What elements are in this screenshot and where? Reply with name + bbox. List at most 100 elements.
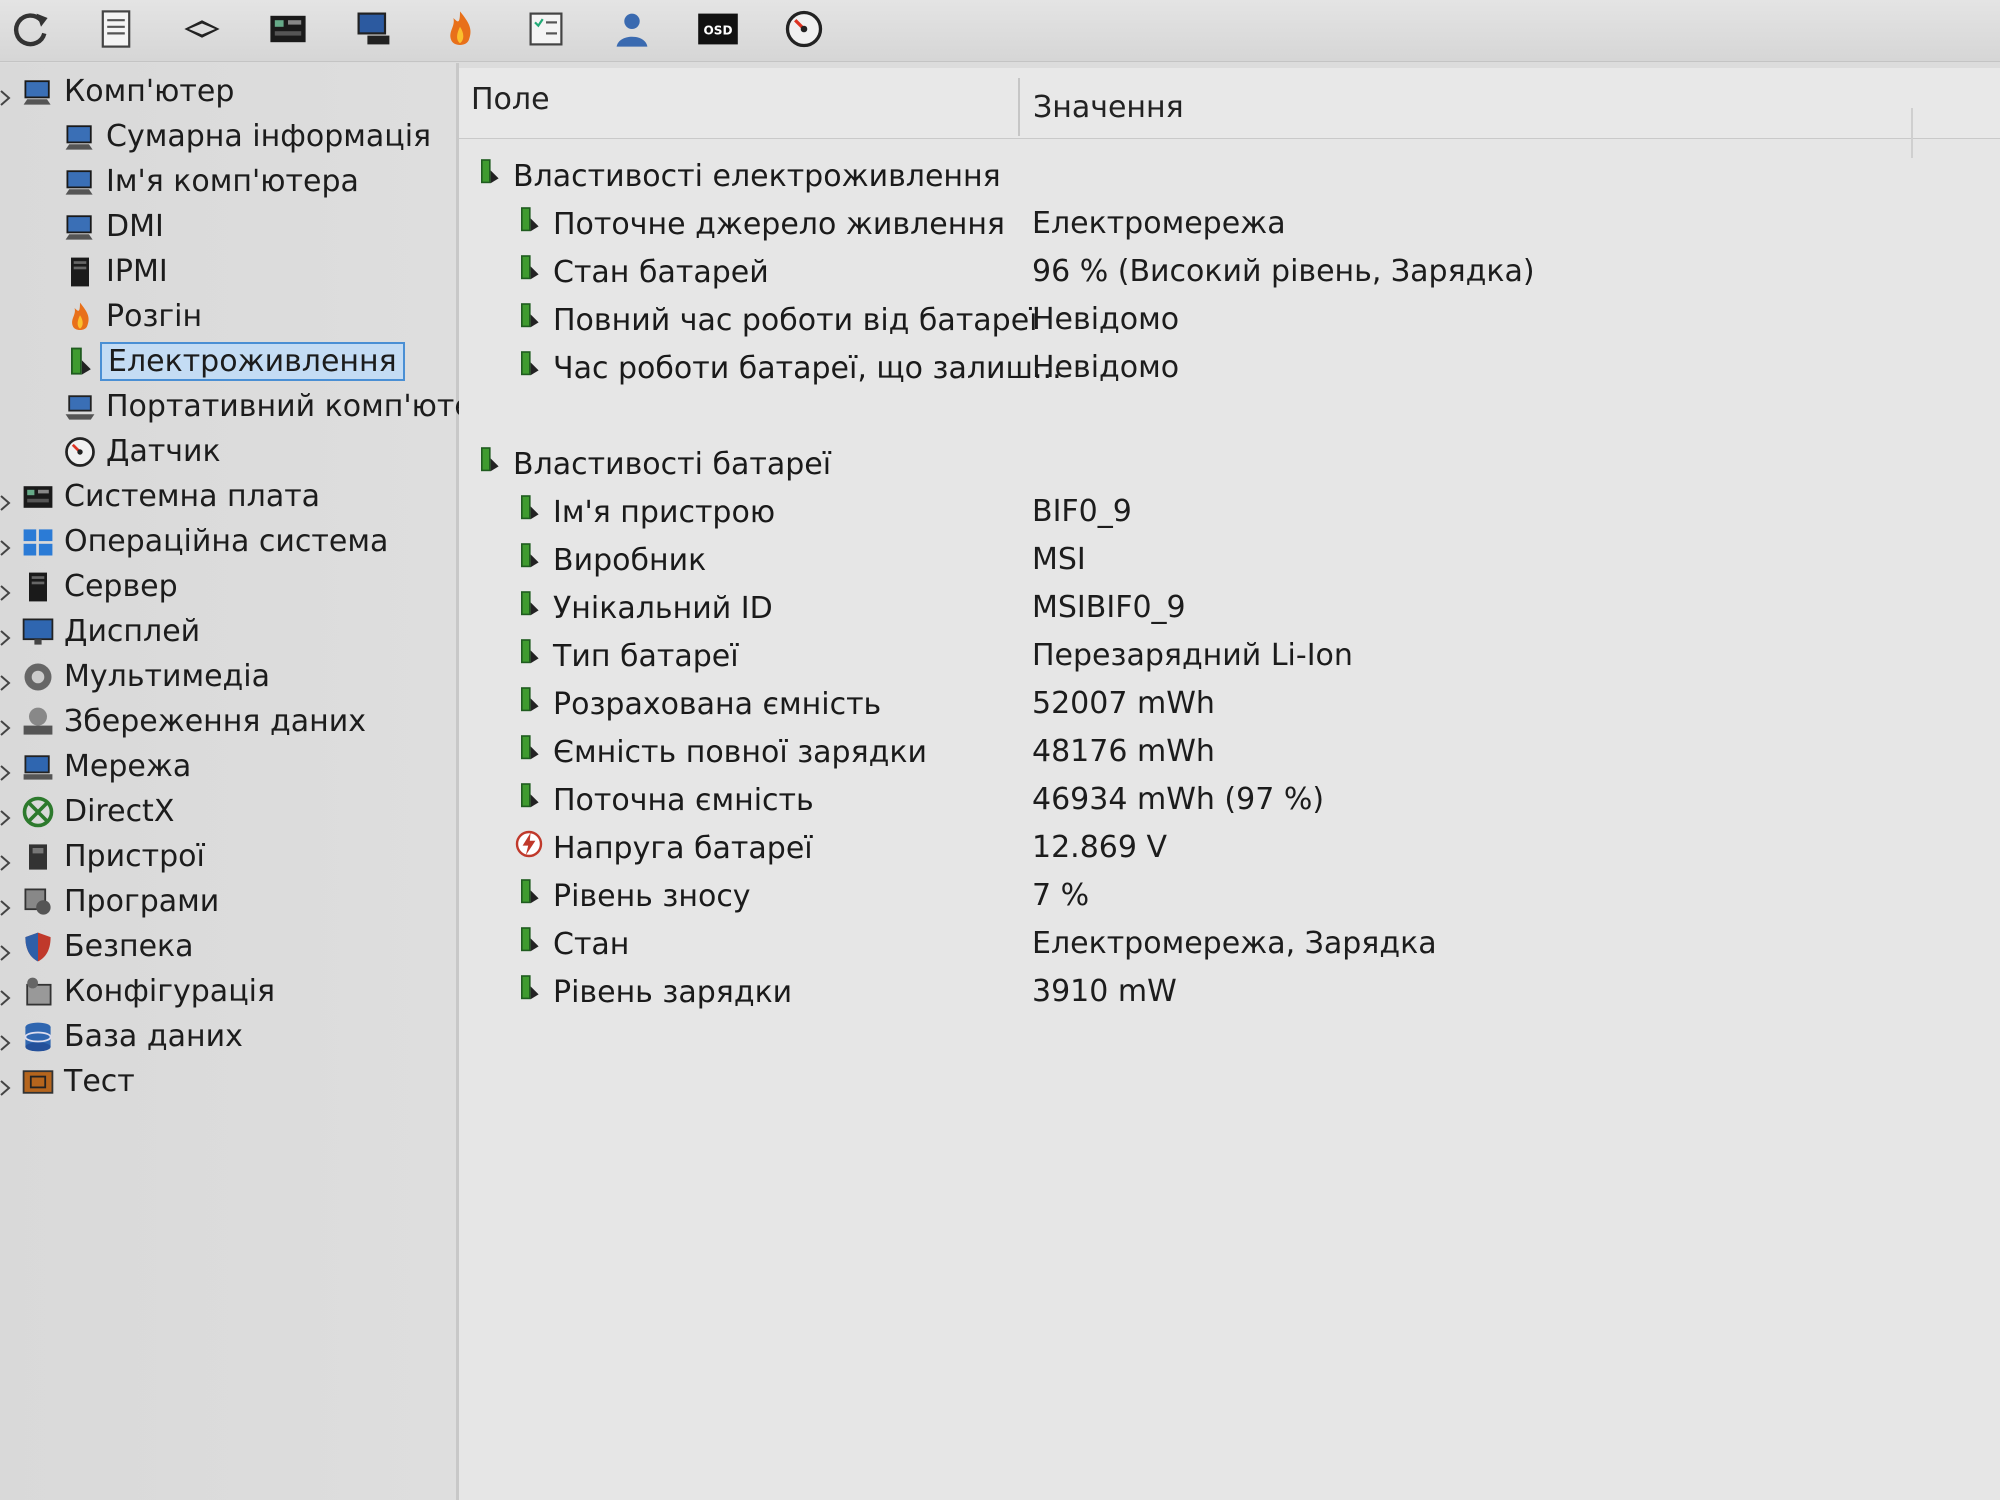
tree-item[interactable]: Безпека [0,924,456,969]
tree-item[interactable]: Портативний комп'юте [0,384,473,429]
expand-chevron-icon[interactable] [0,801,12,826]
battery-icon [513,874,553,918]
hardware-chip-toolbar-button[interactable] [178,7,226,55]
expand-chevron-icon[interactable] [0,936,12,961]
property-row[interactable]: Стан [513,922,629,966]
tree-item[interactable]: DirectX [0,789,456,834]
column-divider-end[interactable] [1911,108,1913,158]
tree-item[interactable]: Конфігурація [0,969,456,1014]
tree-item[interactable]: Сумарна інформація [0,114,456,159]
property-row[interactable]: Ім'я пристрою [513,490,775,534]
network-computer-toolbar-button[interactable] [350,7,398,55]
battery-icon [473,154,513,198]
refresh-toolbar-button[interactable] [6,7,54,55]
tree-item[interactable]: Операційна система [0,519,456,564]
property-row[interactable]: Напруга батареї [513,826,813,870]
expand-chevron-icon[interactable] [0,981,12,1006]
tree-item-label: Системна плата [64,479,321,514]
expand-chevron-icon[interactable] [0,1071,12,1096]
expand-chevron-icon[interactable] [0,846,12,871]
battery-icon [513,490,553,534]
property-row[interactable]: Поточне джерело живлення [513,202,1005,246]
expand-chevron-icon[interactable] [0,81,12,106]
tree-item[interactable]: Збереження даних [0,699,456,744]
property-row[interactable]: Рівень зарядки [513,970,792,1014]
property-row[interactable]: Стан батарей [513,250,769,294]
tree-item-label: Збереження даних [64,704,366,739]
sensor-gauge-toolbar-button[interactable] [780,7,828,55]
column-header-field[interactable]: Поле [471,82,550,117]
tree-item[interactable]: Сервер [0,564,456,609]
tree-item[interactable]: Пристрої [0,834,456,879]
expand-chevron-icon[interactable] [0,621,12,646]
computer-icon [62,119,98,155]
tree-item[interactable]: База даних [0,1014,456,1059]
property-field: Стан [553,926,630,962]
tree-item[interactable]: Дисплей [0,609,456,654]
tree-item[interactable]: Датчик [0,429,456,474]
column-divider[interactable] [1018,78,1020,136]
property-field: Рівень зносу [553,878,751,914]
checklist-toolbar-button[interactable] [522,7,570,55]
expand-chevron-icon[interactable] [0,576,12,601]
tree-item[interactable]: Розгін [0,294,456,339]
display-icon [20,614,56,650]
tree-item-label: Портативний комп'юте [106,389,473,424]
column-header-value[interactable]: Значення [1033,90,1184,125]
tree-item[interactable]: Системна плата [0,474,456,519]
tree-item[interactable]: DMI [0,204,456,249]
tree-item-label: Датчик [106,434,221,469]
battery-icon [513,922,553,966]
property-row[interactable]: Повний час роботи від батареї [513,298,1038,342]
tree-item[interactable]: Програми [0,879,456,924]
property-field: Поточна ємність [553,782,814,818]
property-row[interactable]: Виробник [513,538,706,582]
tree-item-label: Мультимедіа [64,659,271,694]
property-value: Невідомо [1032,302,1180,337]
property-field: Рівень зарядки [553,974,793,1010]
hardware-chip-icon [180,7,224,55]
expand-chevron-icon[interactable] [0,1026,12,1051]
tree-item[interactable]: Ім'я комп'ютера [0,159,456,204]
user-toolbar-button[interactable] [608,7,656,55]
battery-icon [513,202,553,246]
tree-item[interactable]: IPMI [0,249,456,294]
property-row[interactable]: Тип батареї [513,634,739,678]
expand-chevron-icon[interactable] [0,711,12,736]
property-row[interactable]: Рівень зносу [513,874,751,918]
property-row[interactable]: Поточна ємність [513,778,814,822]
tree-item-label: Безпека [64,929,194,964]
expand-chevron-icon[interactable] [0,531,12,556]
tree-item-label: Конфігурація [64,974,275,1009]
property-value: 3910 mW [1032,974,1177,1009]
property-section[interactable]: Властивості електроживлення [473,154,1001,198]
battery-icon [513,970,553,1014]
property-section[interactable]: Властивості батареї [473,442,831,486]
windows-icon [20,524,56,560]
property-value: 12.869 V [1032,830,1168,865]
battery-icon [513,298,553,342]
tree-item[interactable]: Тест [0,1059,456,1104]
checklist-icon [524,7,568,55]
property-row[interactable]: Унікальний ID [513,586,773,630]
property-value: 7 % [1032,878,1090,913]
tree-item[interactable]: Комп'ютер [0,69,456,114]
flame-toolbar-button[interactable] [436,7,484,55]
tree-item[interactable]: Мережа [0,744,456,789]
expand-chevron-icon[interactable] [0,666,12,691]
tree-item[interactable]: Електроживлення [0,339,456,384]
property-row[interactable]: Ємність повної зарядки [513,730,927,774]
expand-chevron-icon[interactable] [0,756,12,781]
report-toolbar-button[interactable] [92,7,140,55]
database-icon [20,1019,56,1055]
tree-item-label: Електроживлення [100,342,405,381]
details-panel: Поле Значення Властивості електроживленн… [459,68,2000,1500]
osd-toolbar-button[interactable]: OSD [694,7,742,55]
property-row[interactable]: Розрахована ємність [513,682,881,726]
expand-chevron-icon[interactable] [0,891,12,916]
motherboard-toolbar-button[interactable] [264,7,312,55]
expand-chevron-icon[interactable] [0,486,12,511]
property-row[interactable]: Час роботи батареї, що залиш... [513,346,1062,390]
property-value: MSIBIF0_9 [1032,590,1186,625]
tree-item[interactable]: Мультимедіа [0,654,456,699]
